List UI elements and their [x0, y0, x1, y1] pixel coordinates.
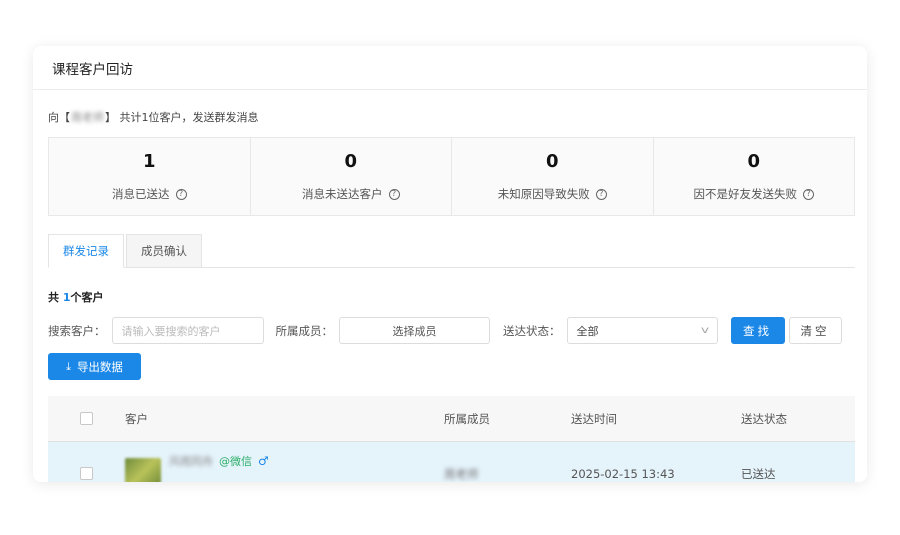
search-input[interactable]: 请输入要搜索的客户: [111, 317, 264, 344]
member-label: 所属成员：: [275, 323, 334, 338]
avatar: [125, 458, 161, 482]
header-check-cell: [48, 412, 125, 425]
stat-label-row: 未知原因导致失败 ?: [498, 186, 607, 202]
stat-label-row: 消息已送达 ?: [112, 186, 187, 202]
clear-button[interactable]: 清空: [788, 317, 842, 344]
stat-label-row: 因不是好友发送失败 ?: [693, 186, 814, 202]
help-icon[interactable]: ?: [388, 188, 400, 200]
help-icon[interactable]: ?: [595, 188, 607, 200]
chevron-down-icon: v: [700, 325, 709, 336]
total-suffix: 个客户: [70, 291, 104, 304]
help-icon[interactable]: ?: [175, 188, 187, 200]
total-prefix: 共: [48, 291, 63, 304]
summary-blurred-name: 周老师: [71, 111, 104, 124]
summary-line: 向【 周老师 】 共计1位客户，发送群发消息: [48, 109, 259, 125]
stat-label-row: 消息未送达客户 ?: [302, 186, 400, 202]
male-icon: ♂: [258, 454, 269, 468]
page-title: 课程客户回访: [52, 61, 133, 78]
stat-delivered: 1 消息已送达 ?: [49, 138, 251, 215]
export-label: 导出数据: [76, 359, 123, 374]
filter-row: 搜索客户： 请输入要搜索的客户 所属成员： 选择成员 送达状态： 全部 v 查找…: [48, 317, 842, 344]
tab-bar: 群发记录 成员确认: [48, 234, 855, 268]
customer-info: 风雨同舟 @微信 ♂: [169, 453, 269, 469]
status-select-value: 全部: [576, 324, 599, 338]
select-all-checkbox[interactable]: [80, 412, 93, 425]
stat-not-friend-failure: 0 因不是好友发送失败 ?: [654, 138, 855, 215]
customer-table: 客户 所属成员 送达时间 送达状态 风雨同舟 @微信 ♂ 周老师 2025-02…: [48, 396, 855, 482]
summary-suffix: 】 共计1位客户，发送群发消息: [105, 111, 259, 124]
stats-panel: 1 消息已送达 ? 0 消息未送达客户 ? 0 未知原因导致失败 ? 0 因不是…: [48, 137, 855, 216]
help-icon[interactable]: ?: [803, 188, 814, 200]
member-cell: 周老师: [444, 466, 571, 482]
customer-cell: 风雨同舟 @微信 ♂: [125, 453, 444, 482]
stat-value: 0: [344, 151, 358, 172]
table-header: 客户 所属成员 送达时间 送达状态: [48, 396, 855, 441]
status-cell: 已送达: [741, 466, 776, 481]
col-member: 所属成员: [444, 411, 490, 426]
search-label: 搜索客户：: [48, 323, 106, 338]
stat-undelivered: 0 消息未送达客户 ?: [251, 138, 452, 215]
find-button[interactable]: 查找: [730, 317, 785, 344]
row-check-cell: [48, 467, 125, 480]
time-cell: 2025-02-15 13:43: [571, 466, 675, 481]
stat-label: 因不是好友发送失败: [693, 187, 798, 201]
tab-member-confirm[interactable]: 成员确认: [126, 234, 202, 268]
tab-send-records[interactable]: 群发记录: [48, 234, 124, 268]
status-label: 送达状态：: [503, 323, 561, 338]
col-status: 送达状态: [741, 411, 787, 426]
card-header: 课程客户回访: [33, 46, 867, 90]
main-card: 课程客户回访 向【 周老师 】 共计1位客户，发送群发消息 1 消息已送达 ? …: [33, 46, 867, 482]
total-number: 1: [62, 291, 71, 304]
stat-label: 未知原因导致失败: [497, 187, 590, 201]
table-row[interactable]: 风雨同舟 @微信 ♂ 周老师 2025-02-15 13:43 已送达: [48, 441, 855, 482]
stat-value: 0: [545, 151, 559, 172]
export-data-button[interactable]: ⤓ 导出数据: [48, 353, 141, 380]
stat-label: 消息已送达: [112, 187, 170, 201]
wechat-tag: @微信: [219, 455, 252, 468]
stat-unknown-failure: 0 未知原因导致失败 ?: [452, 138, 654, 215]
stat-value: 0: [747, 151, 761, 172]
col-time: 送达时间: [571, 411, 617, 426]
download-icon: ⤓: [66, 359, 71, 373]
col-customer: 客户: [125, 411, 148, 426]
row-checkbox[interactable]: [80, 467, 93, 480]
stat-value: 1: [142, 151, 156, 172]
summary-prefix: 向【: [48, 111, 70, 124]
status-select[interactable]: 全部 v: [566, 317, 718, 344]
customer-name: 风雨同舟: [169, 455, 213, 468]
member-name: 周老师: [444, 466, 479, 481]
total-count: 共 1个客户: [48, 289, 104, 305]
stat-label: 消息未送达客户: [302, 187, 383, 201]
select-member-button[interactable]: 选择成员: [339, 317, 490, 344]
